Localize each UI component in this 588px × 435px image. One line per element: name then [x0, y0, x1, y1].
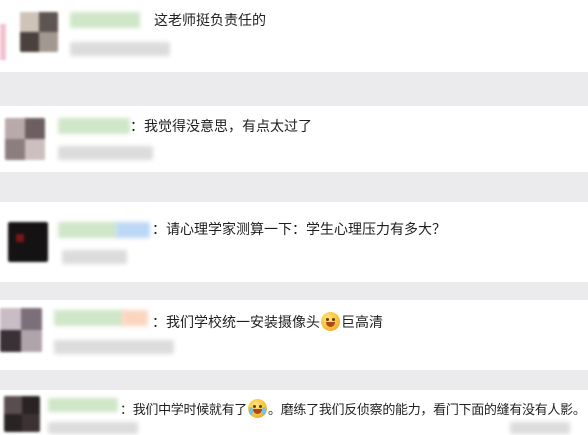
- username[interactable]: [54, 310, 124, 326]
- username-badge: [122, 310, 148, 326]
- comment-card: ：我觉得没意思，有点太过了: [0, 106, 588, 172]
- comment-text-before: ：我们学校统一安装摄像头: [152, 315, 320, 331]
- comment-meta: [54, 340, 174, 354]
- avatar[interactable]: [8, 222, 48, 262]
- edge-accent: [0, 24, 6, 60]
- comment-meta: [58, 146, 153, 160]
- comment-text: ：我们学校统一安装摄像头 巨高清: [152, 312, 383, 332]
- avatar[interactable]: [0, 308, 42, 352]
- username[interactable]: [48, 398, 118, 412]
- divider: [0, 72, 588, 106]
- blush-smile-icon: [321, 312, 340, 331]
- avatar[interactable]: [4, 396, 40, 432]
- comment-card: ：我们学校统一安装摄像头 巨高清: [0, 300, 588, 370]
- comment-card: ：请心理学家测算一下：学生心理压力有多大？: [0, 202, 588, 282]
- avatar[interactable]: [5, 118, 45, 160]
- comment-meta: [48, 422, 138, 434]
- username[interactable]: [70, 12, 140, 28]
- comment-text: 这老师挺负责任的: [154, 13, 266, 29]
- comment-card: 这老师挺负责任的: [0, 0, 588, 72]
- comment-text-after: 巨高清: [341, 315, 383, 331]
- comment-text-after: 。磨练了我们反侦察的能力，看门下面的缝有没有人影。: [268, 403, 586, 418]
- comment-card: ：我们中学时候就有了 。磨练了我们反侦察的能力，看门下面的缝有没有人影。: [0, 390, 588, 435]
- divider: [0, 370, 588, 390]
- divider: [0, 282, 588, 300]
- divider: [0, 172, 588, 202]
- comment-text: ：我觉得没意思，有点太过了: [130, 119, 312, 135]
- laugh-cry-icon: [248, 399, 268, 418]
- comment-text-before: ：我们中学时候就有了: [120, 403, 248, 418]
- comment-meta: [70, 42, 170, 56]
- username[interactable]: [58, 118, 130, 134]
- username-badge: [116, 222, 150, 238]
- comment-meta: [62, 250, 127, 264]
- comment-text: ：请心理学家测算一下：学生心理压力有多大？: [152, 222, 446, 238]
- avatar[interactable]: [20, 12, 58, 52]
- username[interactable]: [58, 222, 118, 238]
- comment-text: ：我们中学时候就有了 。磨练了我们反侦察的能力，看门下面的缝有没有人影。: [120, 399, 586, 420]
- comment-meta-right: [510, 422, 570, 434]
